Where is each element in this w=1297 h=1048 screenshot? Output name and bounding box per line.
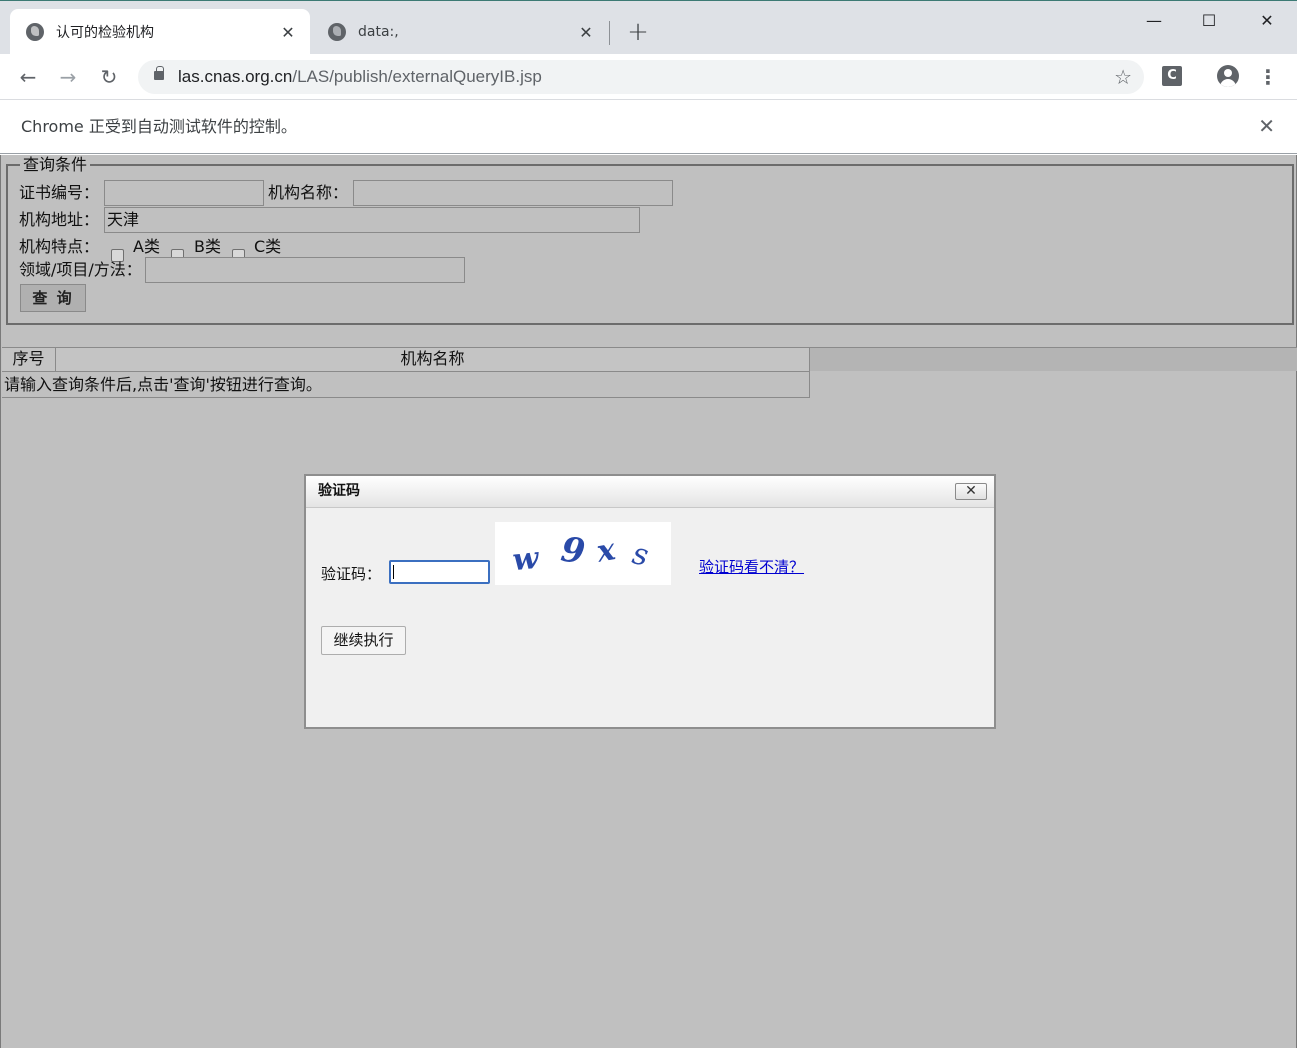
captcha-dialog: 验证码 ✕ 验证码： w 9 x s 验证码看不清？ 继续执行 — [304, 474, 996, 729]
url-host: las.cnas.org.cn — [178, 67, 293, 86]
maximize-button[interactable]: ☐ — [1186, 7, 1232, 35]
captcha-image: w 9 x s — [495, 522, 671, 585]
window-close-button[interactable]: ✕ — [1244, 7, 1290, 35]
page-content: 查询条件 证书编号： 机构名称： 机构地址： 天津 机构特点： A类 B类 C类… — [0, 155, 1297, 1048]
cert-no-label: 证书编号： — [19, 183, 100, 202]
address-bar[interactable]: las.cnas.org.cn/LAS/publish/externalQuer… — [138, 60, 1144, 94]
automation-infobar: Chrome 正受到自动测试软件的控制。 ✕ — [0, 100, 1297, 154]
address-input[interactable]: 天津 — [104, 207, 640, 233]
query-fieldset: 查询条件 证书编号： 机构名称： 机构地址： 天津 机构特点： A类 B类 C类… — [6, 156, 1294, 325]
tab-title: 认可的检验机构 — [56, 25, 154, 41]
results-empty-message: 请输入查询条件后,点击'查询'按钮进行查询。 — [2, 371, 810, 398]
tab-title: data:, — [358, 24, 399, 40]
column-header-index[interactable]: 序号 — [2, 348, 56, 372]
dialog-close-button[interactable]: ✕ — [955, 483, 987, 500]
profile-icon[interactable] — [1217, 65, 1239, 87]
dialog-titlebar: 验证码 ✕ — [306, 476, 994, 508]
new-tab-button[interactable]: + — [624, 19, 652, 47]
reload-button[interactable]: ↻ — [94, 62, 124, 92]
url-text: las.cnas.org.cn/LAS/publish/externalQuer… — [178, 60, 542, 94]
captcha-char: w — [511, 541, 542, 579]
back-button[interactable]: ← — [13, 62, 43, 92]
captcha-char: x — [593, 532, 619, 570]
lock-icon — [154, 66, 164, 80]
feature-label: 机构特点： — [19, 237, 100, 256]
captcha-char: s — [629, 536, 651, 573]
search-button[interactable]: 查 询 — [20, 284, 86, 312]
captcha-label: 验证码： — [321, 565, 382, 583]
checkbox-c-label: C类 — [254, 237, 282, 256]
tab-inactive[interactable]: data:, ✕ — [312, 9, 608, 55]
dialog-title: 验证码 — [318, 483, 360, 499]
extension-icon[interactable]: C — [1162, 66, 1182, 86]
close-tab-icon[interactable]: ✕ — [278, 22, 298, 42]
checkbox-a-label: A类 — [133, 237, 160, 256]
globe-icon — [328, 23, 346, 41]
field-input[interactable] — [145, 257, 465, 283]
continue-button[interactable]: 继续执行 — [321, 626, 406, 655]
forward-button[interactable]: → — [53, 62, 83, 92]
org-name-input[interactable] — [353, 180, 673, 206]
field-label: 领域/项目/方法： — [19, 260, 142, 279]
captcha-char: 9 — [558, 530, 587, 573]
results-header: 序号 机构名称 — [2, 347, 1297, 372]
infobar-close-icon[interactable]: ✕ — [1258, 114, 1275, 138]
infobar-message: Chrome 正受到自动测试软件的控制。 — [21, 117, 297, 136]
captcha-refresh-link[interactable]: 验证码看不清？ — [699, 556, 804, 577]
address-label: 机构地址： — [19, 210, 100, 229]
close-tab-icon[interactable]: ✕ — [576, 22, 596, 42]
column-header-org-name[interactable]: 机构名称 — [56, 348, 810, 372]
tab-separator — [609, 21, 610, 45]
cert-no-input[interactable] — [104, 180, 264, 206]
query-legend: 查询条件 — [20, 156, 91, 174]
checkbox-b-label: B类 — [194, 237, 221, 256]
org-name-label: 机构名称： — [268, 183, 349, 202]
menu-icon[interactable]: ⋮ — [1258, 62, 1278, 92]
url-path: /LAS/publish/externalQueryIB.jsp — [292, 67, 542, 86]
captcha-image-svg: w 9 x s — [511, 530, 652, 579]
minimize-button[interactable]: — — [1131, 7, 1177, 35]
bookmark-star-icon[interactable]: ☆ — [1114, 60, 1132, 94]
tab-active[interactable]: 认可的检验机构 ✕ — [10, 9, 310, 55]
globe-icon — [26, 23, 44, 41]
browser-toolbar: ← → ↻ las.cnas.org.cn/LAS/publish/extern… — [0, 54, 1297, 100]
browser-tabstrip: 认可的检验机构 ✕ data:, ✕ + — ☐ ✕ — [0, 0, 1297, 55]
captcha-input[interactable] — [389, 560, 490, 584]
